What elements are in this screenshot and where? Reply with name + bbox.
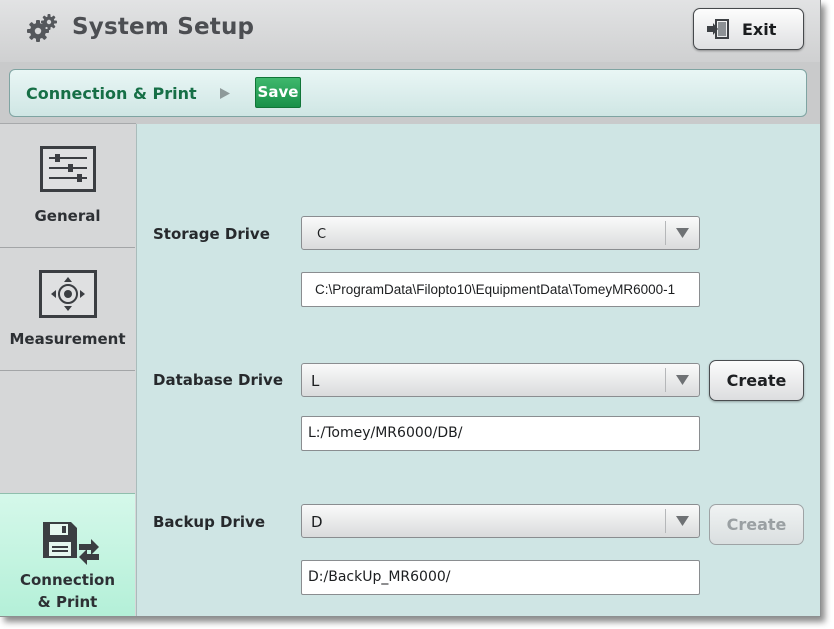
header-bar: System Setup Exit bbox=[0, 0, 820, 62]
backup-drive-select[interactable]: D bbox=[301, 504, 700, 538]
sidebar-item-label-line2: & Print bbox=[37, 593, 98, 611]
select-divider bbox=[665, 509, 666, 533]
sidebar-item-label: Measurement bbox=[9, 330, 126, 348]
crosshair-icon bbox=[39, 270, 97, 318]
select-divider bbox=[665, 368, 666, 392]
sidebar-item-connection-print[interactable]: Connection & Print bbox=[0, 493, 135, 616]
storage-drive-label: Storage Drive bbox=[153, 225, 270, 243]
sidebar-item-general[interactable]: General bbox=[0, 124, 135, 248]
save-button[interactable]: Save bbox=[255, 77, 301, 108]
storage-drive-select[interactable]: C bbox=[301, 216, 700, 250]
sidebar-empty-slot bbox=[0, 371, 135, 493]
backup-create-button: Create bbox=[709, 504, 804, 545]
backup-path-field[interactable]: D:/BackUp_MR6000/ bbox=[301, 560, 700, 595]
app-title: System Setup bbox=[72, 14, 255, 40]
storage-path-field[interactable]: C:\ProgramData\Filopto10\EquipmentData\T… bbox=[301, 272, 700, 307]
dropdown-arrow-icon bbox=[676, 375, 689, 385]
storage-drive-value: C bbox=[317, 227, 327, 242]
exit-door-icon bbox=[707, 19, 729, 39]
breadcrumb-current[interactable]: Connection & Print bbox=[26, 84, 197, 103]
backup-drive-label: Backup Drive bbox=[153, 513, 266, 531]
floppy-transfer-icon bbox=[43, 522, 99, 565]
sidebar-item-measurement[interactable]: Measurement bbox=[0, 248, 135, 371]
sidebar: General Measurement Connection & Print bbox=[0, 123, 136, 616]
sliders-icon bbox=[40, 146, 96, 192]
sidebar-item-label: General bbox=[34, 207, 101, 225]
database-drive-label: Database Drive bbox=[153, 371, 283, 389]
breadcrumb: Connection & Print Save bbox=[9, 69, 807, 117]
gears-icon bbox=[27, 14, 57, 42]
sidebar-item-label: Connection & Print bbox=[0, 569, 135, 613]
settings-panel: Storage Drive C C:\ProgramData\Filopto10… bbox=[136, 124, 820, 616]
exit-label: Exit bbox=[742, 20, 777, 39]
database-path-field[interactable]: L:/Tomey/MR6000/DB/ bbox=[301, 416, 700, 451]
database-create-button[interactable]: Create bbox=[709, 360, 804, 401]
database-drive-value: L bbox=[311, 372, 320, 390]
system-setup-window: System Setup Exit Connection & Print Sav… bbox=[0, 0, 821, 617]
select-divider bbox=[665, 221, 666, 245]
database-drive-select[interactable]: L bbox=[301, 363, 700, 397]
exit-button[interactable]: Exit bbox=[693, 8, 804, 50]
sidebar-item-label-line1: Connection bbox=[19, 571, 116, 589]
dropdown-arrow-icon bbox=[676, 228, 689, 238]
backup-drive-value: D bbox=[311, 513, 323, 531]
dropdown-arrow-icon bbox=[676, 516, 689, 526]
breadcrumb-arrow-icon bbox=[220, 88, 230, 99]
